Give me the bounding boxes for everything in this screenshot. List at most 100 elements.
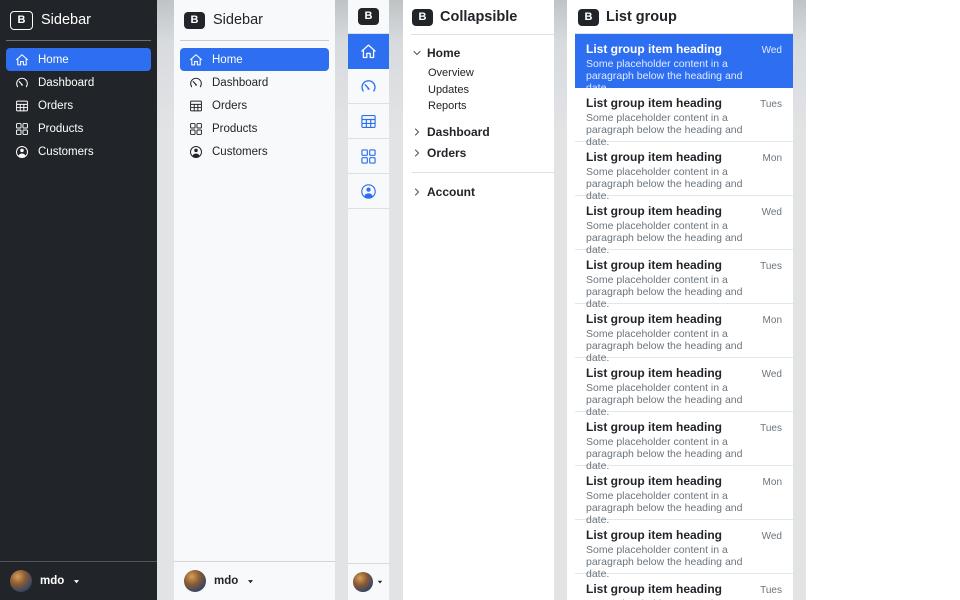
- house-icon: [360, 43, 377, 60]
- sidebar-item-dashboard[interactable]: Dashboard: [6, 71, 151, 94]
- tree-child-reports[interactable]: Reports: [428, 98, 554, 115]
- list-item[interactable]: List group item heading Mon Some placeho…: [575, 142, 793, 196]
- list-item[interactable]: List group item heading Wed Some placeho…: [575, 34, 793, 88]
- avatar: [10, 570, 32, 592]
- example-divider: [389, 0, 403, 600]
- caret-down-icon: [72, 577, 81, 586]
- user-dropdown[interactable]: mdo: [174, 561, 335, 600]
- brand-title: Sidebar: [213, 12, 263, 28]
- username: mdo: [214, 575, 238, 587]
- sidebar-item-customers[interactable]: Customers: [180, 140, 329, 163]
- divider: [412, 172, 554, 173]
- rail-item-orders[interactable]: [348, 104, 389, 139]
- collapsible-tree: Home Overview Updates Reports Dashboard …: [403, 35, 554, 202]
- collapsible-brand[interactable]: B Collapsible: [411, 0, 554, 35]
- tree-child-overview[interactable]: Overview: [428, 65, 554, 82]
- sidebar-item-label: Customers: [212, 146, 268, 158]
- chevron-down-icon: [412, 48, 422, 58]
- brand-title: Collapsible: [440, 9, 517, 25]
- sidebar-item-label: Home: [212, 54, 243, 66]
- bootstrap-logo-icon: B: [358, 8, 379, 25]
- sidebar-item-home[interactable]: Home: [180, 48, 329, 71]
- tree-section-home[interactable]: Home: [412, 43, 554, 63]
- sidebar-item-label: Dashboard: [38, 77, 94, 89]
- bootstrap-logo-icon: B: [10, 11, 33, 30]
- user-dropdown[interactable]: [348, 563, 389, 600]
- grid-icon: [15, 122, 29, 136]
- sidebar-item-orders[interactable]: Orders: [6, 94, 151, 117]
- grid-icon: [360, 148, 377, 165]
- list-item[interactable]: List group item heading Mon Some placeho…: [575, 466, 793, 520]
- sidebar-item-label: Dashboard: [212, 77, 268, 89]
- dark-sidebar: B Sidebar Home Dashboard Orders Products: [0, 0, 157, 600]
- list-item-date: Mon: [763, 477, 782, 488]
- tree-section-orders[interactable]: Orders: [412, 143, 554, 163]
- collapsible-sidebar: B Collapsible Home Overview Updates Repo…: [403, 0, 554, 600]
- icon-rail-sidebar: B: [348, 0, 389, 600]
- list-item[interactable]: List group item heading Tues Some placeh…: [575, 88, 793, 142]
- user-dropdown[interactable]: mdo: [0, 561, 157, 600]
- tree-section-label: Orders: [427, 146, 466, 160]
- sidebar-item-label: Products: [212, 123, 257, 135]
- tree-section-label: Dashboard: [427, 125, 490, 139]
- tree-section-account[interactable]: Account: [412, 182, 554, 202]
- speedometer-icon: [360, 78, 377, 95]
- list-item[interactable]: List group item heading Mon Some placeho…: [575, 304, 793, 358]
- person-circle-icon: [189, 145, 203, 159]
- tree-child-updates[interactable]: Updates: [428, 82, 554, 99]
- list-item-heading: List group item heading: [586, 96, 722, 110]
- sidebar-item-customers[interactable]: Customers: [6, 140, 151, 163]
- sidebar-item-dashboard[interactable]: Dashboard: [180, 71, 329, 94]
- list-item-heading: List group item heading: [586, 420, 722, 434]
- rail-brand[interactable]: B: [348, 0, 389, 34]
- sidebar-item-label: Products: [38, 123, 83, 135]
- list-group: List group item heading Wed Some placeho…: [575, 34, 793, 600]
- list-group-panel: B List group List group item heading Wed…: [567, 0, 793, 600]
- brand-title: Sidebar: [41, 12, 91, 28]
- light-sidebar-brand[interactable]: B Sidebar: [174, 0, 335, 40]
- list-item-date: Tues: [760, 423, 782, 434]
- example-divider: [554, 0, 567, 600]
- list-item[interactable]: List group item heading Wed Some placeho…: [575, 358, 793, 412]
- list-item-heading: List group item heading: [586, 312, 722, 326]
- list-item-heading: List group item heading: [586, 150, 722, 164]
- tree-section-dashboard[interactable]: Dashboard: [412, 122, 554, 142]
- sidebar-item-orders[interactable]: Orders: [180, 94, 329, 117]
- list-item-heading: List group item heading: [586, 582, 722, 596]
- rail-item-home[interactable]: [348, 34, 389, 69]
- house-icon: [189, 53, 203, 67]
- rail-item-products[interactable]: [348, 139, 389, 174]
- list-item-date: Wed: [762, 207, 782, 218]
- avatar: [353, 572, 373, 592]
- rail-item-dashboard[interactable]: [348, 69, 389, 104]
- list-item-date: Wed: [762, 531, 782, 542]
- list-item[interactable]: List group item heading Wed Some placeho…: [575, 196, 793, 250]
- sidebar-item-label: Orders: [212, 100, 247, 112]
- example-divider: [335, 0, 348, 600]
- house-icon: [15, 53, 29, 67]
- speedometer-icon: [15, 76, 29, 90]
- list-item-date: Wed: [762, 369, 782, 380]
- list-item[interactable]: List group item heading Wed Some placeho…: [575, 520, 793, 574]
- bootstrap-sidebars-examples-page: B Sidebar Home Dashboard Orders Products: [0, 0, 960, 600]
- sidebar-item-label: Orders: [38, 100, 73, 112]
- bootstrap-logo-icon: B: [412, 9, 433, 26]
- person-circle-icon: [360, 183, 377, 200]
- list-item[interactable]: List group item heading Tues Some placeh…: [575, 412, 793, 466]
- rail-item-customers[interactable]: [348, 174, 389, 209]
- list-item-date: Mon: [763, 153, 782, 164]
- list-item-date: Mon: [763, 315, 782, 326]
- sidebar-item-home[interactable]: Home: [6, 48, 151, 71]
- list-item[interactable]: List group item heading Tues Some placeh…: [575, 250, 793, 304]
- sidebar-item-products[interactable]: Products: [180, 117, 329, 140]
- dark-sidebar-brand[interactable]: B Sidebar: [0, 0, 157, 40]
- caret-down-icon: [246, 577, 255, 586]
- table-icon: [189, 99, 203, 113]
- speedometer-icon: [189, 76, 203, 90]
- light-sidebar: B Sidebar Home Dashboard Orders Products: [174, 0, 335, 600]
- list-group-brand[interactable]: B List group: [567, 0, 793, 34]
- username: mdo: [40, 575, 64, 587]
- sidebar-item-products[interactable]: Products: [6, 117, 151, 140]
- list-item-heading: List group item heading: [586, 42, 722, 56]
- bootstrap-logo-icon: B: [578, 9, 599, 26]
